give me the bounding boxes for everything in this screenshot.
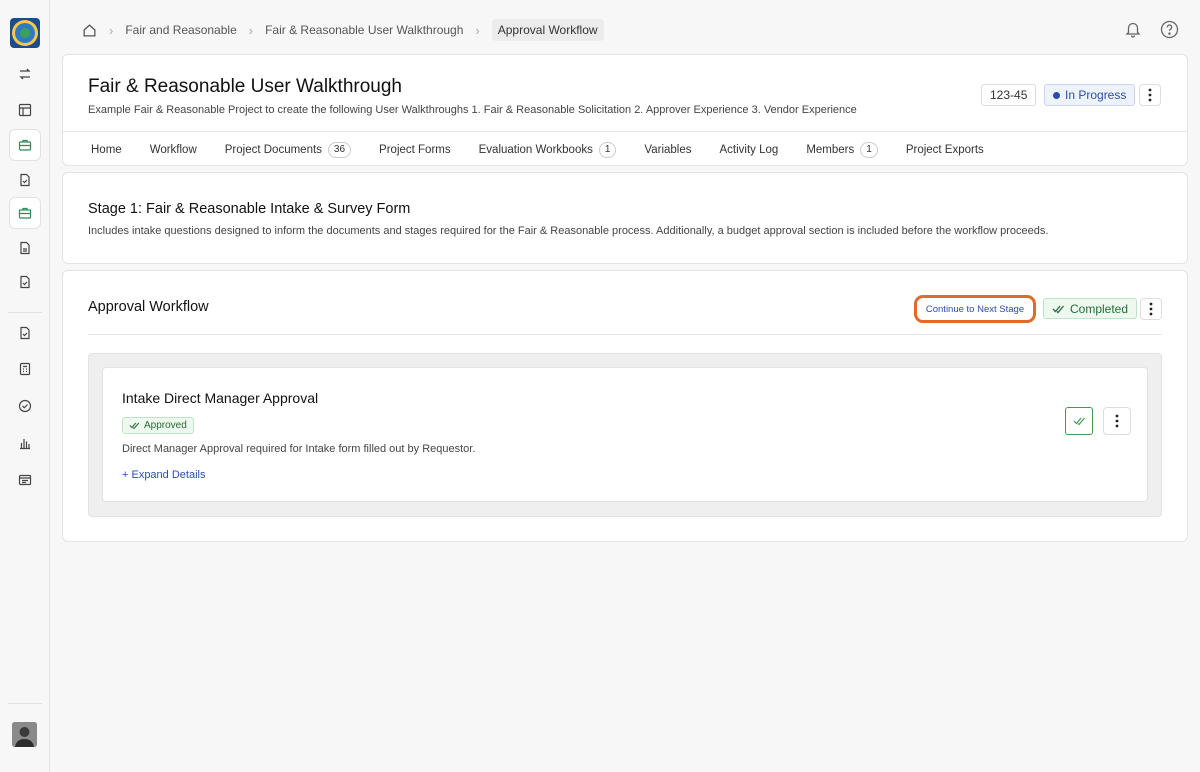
- project-description: Example Fair & Reasonable Project to cre…: [88, 104, 857, 116]
- double-check-icon: [129, 422, 140, 430]
- tab-members[interactable]: Members 1: [792, 141, 892, 158]
- user-avatar[interactable]: [12, 722, 37, 747]
- tab-variables[interactable]: Variables: [630, 144, 705, 156]
- approval-step-container: Intake Direct Manager Approval Approved …: [88, 353, 1162, 517]
- approval-step-title: Intake Direct Manager Approval: [122, 390, 319, 406]
- organization-logo[interactable]: [10, 18, 40, 48]
- tab-project-forms[interactable]: Project Forms: [365, 144, 465, 156]
- workflow-more-button[interactable]: [1140, 298, 1162, 320]
- check-circle-icon[interactable]: [9, 390, 41, 422]
- completed-badge: Completed: [1043, 298, 1138, 319]
- document-icon[interactable]: [9, 317, 41, 349]
- help-icon[interactable]: [1160, 20, 1180, 40]
- project-id-badge: 123-45: [981, 84, 1037, 106]
- tab-evaluation-workbooks[interactable]: Evaluation Workbooks 1: [465, 141, 631, 158]
- double-check-icon: [1073, 417, 1085, 426]
- document-icon[interactable]: [9, 164, 41, 196]
- tab-count-badge: 1: [598, 141, 617, 158]
- bell-icon[interactable]: [1124, 20, 1144, 40]
- home-icon[interactable]: [82, 23, 97, 38]
- tab-activity-log[interactable]: Activity Log: [706, 144, 793, 156]
- project-tabs: Home Workflow Project Documents 36 Projec…: [63, 131, 1187, 167]
- approved-badge: Approved: [122, 417, 194, 434]
- sidebar: [0, 0, 50, 772]
- layout-icon[interactable]: [9, 94, 41, 126]
- tab-project-documents[interactable]: Project Documents 36: [211, 141, 365, 158]
- calculator-icon[interactable]: [9, 353, 41, 385]
- tab-project-exports[interactable]: Project Exports: [892, 144, 998, 156]
- bar-chart-icon[interactable]: [9, 427, 41, 459]
- approved-label: Approved: [144, 420, 187, 431]
- chevron-right-icon: ›: [109, 22, 114, 38]
- approval-step-card: Intake Direct Manager Approval Approved …: [102, 367, 1148, 502]
- approve-toggle-button[interactable]: [1065, 407, 1093, 435]
- chevron-right-icon: ›: [248, 22, 254, 38]
- status-dot-icon: [1053, 91, 1060, 99]
- completed-label: Completed: [1070, 301, 1129, 316]
- approval-workflow-card: Approval Workflow Continue to Next Stage…: [62, 270, 1188, 542]
- project-more-button[interactable]: [1139, 84, 1161, 106]
- status-badge: In Progress: [1044, 84, 1136, 106]
- document-icon[interactable]: [9, 232, 41, 264]
- tab-count-badge: 36: [327, 141, 352, 158]
- page-title: Fair & Reasonable User Walkthrough: [88, 76, 402, 97]
- breadcrumb-item[interactable]: Fair & Reasonable User Walkthrough: [265, 23, 463, 37]
- breadcrumb-item[interactable]: Fair and Reasonable: [125, 23, 236, 37]
- approval-step-description: Direct Manager Approval required for Int…: [122, 443, 476, 455]
- double-check-icon: [1052, 305, 1064, 313]
- tab-count-badge: 1: [860, 141, 878, 158]
- briefcase-icon[interactable]: [9, 197, 41, 229]
- workflow-title: Approval Workflow: [88, 299, 209, 315]
- project-header-card: Fair & Reasonable User Walkthrough Examp…: [62, 54, 1188, 166]
- tab-workflow[interactable]: Workflow: [136, 144, 211, 156]
- stage-description: Includes intake questions designed to in…: [88, 225, 1049, 237]
- status-label: In Progress: [1065, 88, 1127, 102]
- chevron-right-icon: ›: [475, 22, 480, 38]
- briefcase-icon[interactable]: [9, 129, 41, 161]
- approval-step-more-button[interactable]: [1103, 407, 1131, 435]
- breadcrumb-current: Approval Workflow: [491, 19, 604, 41]
- list-card-icon[interactable]: [9, 464, 41, 496]
- stage-card: Stage 1: Fair & Reasonable Intake & Surv…: [62, 172, 1188, 264]
- divider: [88, 334, 1162, 335]
- stage-title: Stage 1: Fair & Reasonable Intake & Surv…: [88, 201, 411, 217]
- swap-icon[interactable]: [9, 58, 41, 90]
- document-icon[interactable]: [9, 266, 41, 298]
- breadcrumb: › Fair and Reasonable › Fair & Reasonabl…: [82, 18, 604, 42]
- tab-home[interactable]: Home: [77, 144, 136, 156]
- continue-to-next-stage-button[interactable]: Continue to Next Stage: [914, 295, 1036, 323]
- expand-details-link[interactable]: + Expand Details: [122, 469, 205, 481]
